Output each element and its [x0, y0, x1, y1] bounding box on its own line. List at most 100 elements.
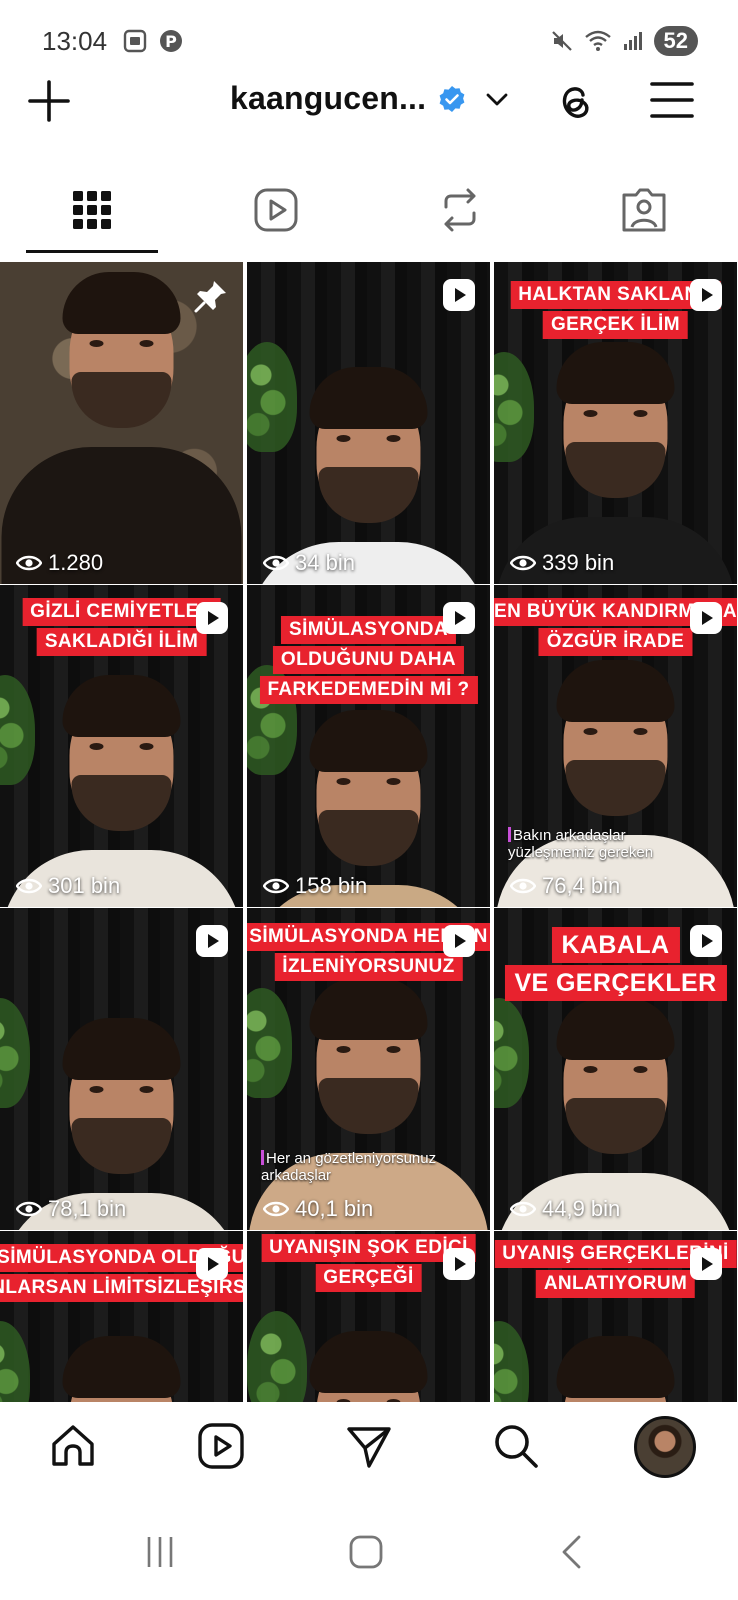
- subtitle-text: Her an gözetleniyorsunuz: [266, 1150, 437, 1167]
- caption-line: GERÇEK İLİM: [543, 311, 688, 339]
- plus-icon[interactable]: [26, 78, 72, 124]
- view-count: 78,1 bin: [16, 1196, 126, 1222]
- view-count: 76,4 bin: [510, 873, 620, 899]
- back-icon: [562, 1535, 581, 1569]
- profile-avatar[interactable]: [634, 1416, 696, 1478]
- person-hair: [62, 1018, 181, 1080]
- view-count-text: 78,1 bin: [48, 1196, 127, 1221]
- post-tile[interactable]: HALKTAN SAKLANA GERÇEK İLİM 339 bin: [494, 262, 737, 584]
- battery-badge: 52: [653, 26, 698, 56]
- tab-reels[interactable]: [184, 170, 368, 250]
- person-eyes: [89, 340, 154, 348]
- person-beard: [318, 810, 419, 866]
- reel-icon: [443, 1248, 475, 1280]
- mute-icon: [551, 31, 572, 51]
- post-tile[interactable]: 78,1 bin: [0, 908, 243, 1230]
- reel-icon: [690, 279, 722, 311]
- home-button-icon: [349, 1535, 383, 1569]
- caption-line: SAKLADIĞI İLİM: [36, 628, 207, 656]
- eye-icon: [510, 1201, 536, 1217]
- system-nav: [0, 1502, 738, 1600]
- post-tile[interactable]: UYANIŞ GERÇEKLERİNİ ANLATIYORUM: [494, 1231, 737, 1402]
- pinterest-icon: P: [160, 30, 182, 52]
- person-eyes: [336, 1046, 401, 1054]
- profile-header: kaangucen...: [0, 68, 738, 138]
- post-tile[interactable]: KABALA VE GERÇEKLER 44,9 bin: [494, 908, 737, 1230]
- home-icon: [52, 1425, 94, 1466]
- direct-message-icon: [347, 1427, 391, 1468]
- nav-home[interactable]: [45, 1418, 101, 1474]
- person-eyes: [89, 743, 154, 751]
- caption-line: VE GERÇEKLER: [504, 965, 727, 1001]
- subtitle-line: Her an gözetleniyorsunuz: [261, 1150, 436, 1167]
- tab-grid[interactable]: [0, 170, 184, 250]
- person-eyes: [89, 1086, 154, 1094]
- recent-apps-button[interactable]: [138, 1530, 182, 1574]
- wifi-icon: [584, 30, 611, 51]
- chevron-down-icon: [486, 93, 508, 105]
- threads-icon[interactable]: [552, 78, 598, 124]
- nav-messages[interactable]: [341, 1418, 397, 1474]
- person-beard: [71, 775, 172, 831]
- reel-icon: [443, 279, 475, 311]
- person-hair: [62, 675, 181, 737]
- reel-icon: [690, 1248, 722, 1280]
- post-tile[interactable]: 34 bin: [247, 262, 490, 584]
- view-count: 339 bin: [510, 550, 614, 576]
- view-count: 40,1 bin: [263, 1196, 373, 1222]
- person-eyes: [336, 778, 401, 786]
- view-count-text: 1.280: [48, 550, 104, 575]
- person-beard: [565, 760, 666, 816]
- bottom-nav: [0, 1402, 738, 1502]
- caption-line: GERÇEĞİ: [315, 1264, 422, 1292]
- person-hair: [556, 1336, 675, 1398]
- eye-icon: [510, 555, 536, 571]
- person-hair: [309, 367, 428, 429]
- view-count: 44,9 bin: [510, 1196, 620, 1222]
- post-subtitle: Bakın arkadaşlar yüzleşmemiz gereken: [508, 827, 653, 861]
- svg-text:P: P: [165, 32, 177, 51]
- view-count: 34 bin: [263, 550, 355, 576]
- view-count-text: 158 bin: [295, 873, 368, 898]
- reels-icon: [198, 1423, 244, 1469]
- post-tile[interactable]: 1.280: [0, 262, 243, 584]
- profile-tabs: [0, 170, 738, 256]
- person-beard: [565, 442, 666, 498]
- grid-icon: [73, 191, 111, 229]
- caption-line: OLDUĞUNU DAHA: [272, 646, 465, 674]
- post-tile[interactable]: SİMÜLASYONDA HER AN İZLENİYORSUNUZ Her an …: [247, 908, 490, 1230]
- status-left-icons: P: [122, 28, 184, 54]
- post-caption-overlay: GİZLİ CEMİYETLER SAKLADIĞI İLİM: [22, 597, 221, 657]
- reel-icon: [690, 925, 722, 957]
- menu-icon[interactable]: [650, 80, 694, 120]
- home-button[interactable]: [344, 1530, 388, 1574]
- caption-line: GİZLİ CEMİYETLER: [22, 598, 221, 626]
- tab-tagged[interactable]: [552, 170, 736, 250]
- eye-icon: [263, 878, 289, 894]
- view-count-text: 301 bin: [48, 873, 121, 898]
- post-tile[interactable]: EN BÜYÜK KANDIRMACA ÖZGÜR İRADE Bakın arka…: [494, 585, 737, 907]
- post-tile[interactable]: GİZLİ CEMİYETLER SAKLADIĞI İLİM 301 bin: [0, 585, 243, 907]
- person-beard: [71, 372, 172, 428]
- caption-line: KABALA: [551, 927, 680, 963]
- post-subtitle: Her an gözetleniyorsunuz arkadaşlar: [261, 1150, 436, 1184]
- search-icon: [495, 1425, 538, 1468]
- recent-apps-icon: [147, 1537, 173, 1567]
- view-count-text: 339 bin: [542, 550, 615, 575]
- subtitle-line: Bakın arkadaşlar: [508, 827, 653, 844]
- tab-reposts[interactable]: [368, 170, 552, 250]
- person-hair: [62, 272, 181, 334]
- caption-line: FARKEDEMEDİN Mİ ?: [259, 676, 478, 704]
- active-tab-indicator: [26, 250, 158, 253]
- post-tile[interactable]: SİMÜLASYONDA OLDUĞUANLARSAN LİMİTSİZLEŞİ…: [0, 1231, 243, 1402]
- reel-icon: [196, 602, 228, 634]
- back-button[interactable]: [550, 1530, 594, 1574]
- subtitle-text: yüzleşmemiz gereken: [508, 844, 654, 861]
- caption-line: ÖZGÜR İRADE: [538, 628, 693, 656]
- nav-reels[interactable]: [193, 1418, 249, 1474]
- account-switcher[interactable]: kaangucen...: [230, 80, 510, 117]
- person-eyes: [336, 435, 401, 443]
- post-tile[interactable]: UYANIŞIN ŞOK EDİCİ GERÇEĞİ: [247, 1231, 490, 1402]
- post-tile[interactable]: SİMÜLASYONDA OLDUĞUNU DAHA FARKEDEMEDİN Mİ…: [247, 585, 490, 907]
- nav-search[interactable]: [488, 1418, 544, 1474]
